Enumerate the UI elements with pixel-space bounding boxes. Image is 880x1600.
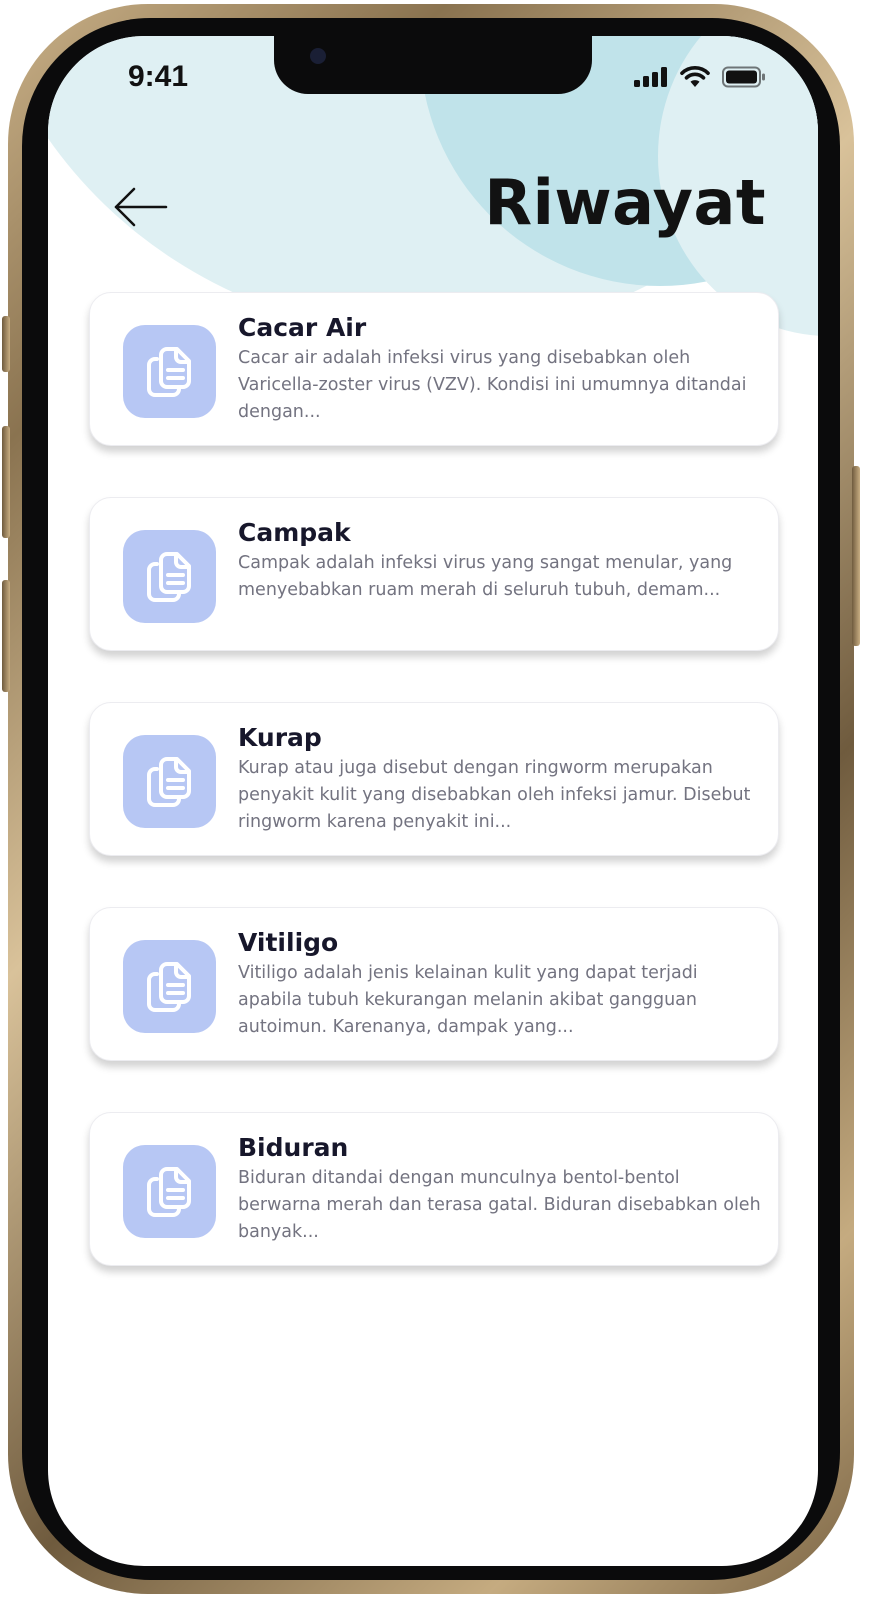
card-title: Vitiligo: [238, 928, 339, 957]
page-title: Riwayat: [484, 166, 766, 239]
document-copy-icon: [123, 735, 216, 828]
history-item-kurap[interactable]: Kurap Kurap atau juga disebut dengan rin…: [89, 702, 779, 856]
back-button[interactable]: [110, 182, 170, 232]
status-time: 9:41: [128, 60, 189, 93]
arrow-left-icon: [114, 187, 168, 227]
card-title: Cacar Air: [238, 313, 367, 342]
history-item-vitiligo[interactable]: Vitiligo Vitiligo adalah jenis kelainan …: [89, 907, 779, 1061]
card-text: Biduran Biduran ditandai dengan munculny…: [238, 1133, 764, 1246]
card-description: Biduran ditandai dengan munculnya bentol…: [238, 1168, 761, 1242]
card-description: Cacar air adalah infeksi virus yang dise…: [238, 348, 747, 422]
notch: [274, 36, 592, 94]
screen: 9:41 Riwayat Cacar Air Cacar air adalah …: [48, 36, 818, 1566]
volume-down-button: [2, 580, 10, 692]
history-item-campak[interactable]: Campak Campak adalah infeksi virus yang …: [89, 497, 779, 651]
card-text: Cacar Air Cacar air adalah infeksi virus…: [238, 313, 764, 426]
card-description: Vitiligo adalah jenis kelainan kulit yan…: [238, 963, 698, 1037]
card-title: Kurap: [238, 723, 322, 752]
history-item-cacar-air[interactable]: Cacar Air Cacar air adalah infeksi virus…: [89, 292, 779, 446]
document-copy-icon: [123, 325, 216, 418]
history-list: Cacar Air Cacar air adalah infeksi virus…: [89, 292, 779, 1317]
card-title: Biduran: [238, 1133, 349, 1162]
volume-up-button: [2, 426, 10, 538]
document-copy-icon: [123, 530, 216, 623]
card-description: Kurap atau juga disebut dengan ringworm …: [238, 758, 751, 832]
document-copy-icon: [123, 1145, 216, 1238]
mute-switch: [2, 316, 10, 372]
front-camera: [310, 48, 326, 64]
card-description: Campak adalah infeksi virus yang sangat …: [238, 553, 733, 600]
wifi-icon: [680, 66, 710, 87]
document-copy-icon: [123, 940, 216, 1033]
power-button: [852, 466, 860, 646]
battery-icon: [722, 66, 765, 88]
card-title: Campak: [238, 518, 351, 547]
card-text: Vitiligo Vitiligo adalah jenis kelainan …: [238, 928, 764, 1041]
card-text: Campak Campak adalah infeksi virus yang …: [238, 518, 764, 604]
signal-icon: [634, 67, 667, 87]
card-text: Kurap Kurap atau juga disebut dengan rin…: [238, 723, 764, 836]
status-icons: [634, 66, 766, 88]
history-item-biduran[interactable]: Biduran Biduran ditandai dengan munculny…: [89, 1112, 779, 1266]
